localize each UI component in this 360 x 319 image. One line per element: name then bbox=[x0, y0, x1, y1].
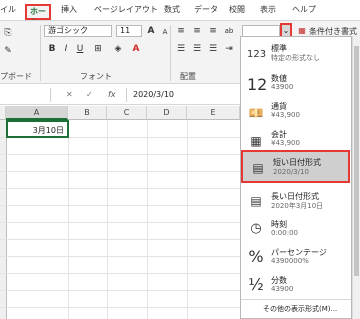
borders-icon[interactable]: ⊞ bbox=[92, 43, 104, 55]
column-header-b[interactable]: B bbox=[68, 106, 107, 120]
grid-line bbox=[0, 290, 240, 291]
format-sample: 43900 bbox=[271, 83, 294, 91]
fraction-icon: ½ bbox=[248, 275, 264, 294]
group-divider bbox=[170, 25, 171, 81]
calendar-icon: ▤ bbox=[250, 194, 262, 208]
clock-icon: ◷ bbox=[250, 221, 262, 236]
column-header-c[interactable]: C bbox=[107, 106, 147, 120]
italic-button[interactable]: I bbox=[60, 43, 72, 55]
cell-a1-value: 3月10日 bbox=[32, 126, 64, 135]
orientation-icon[interactable]: ab bbox=[223, 25, 235, 37]
more-number-formats[interactable]: その他の表示形式(M)... bbox=[263, 304, 337, 314]
tab-insert[interactable]: 挿入 bbox=[61, 4, 77, 15]
chevron-down-icon: ⌄ bbox=[282, 26, 290, 35]
column-header-e[interactable]: E bbox=[187, 106, 240, 120]
name-box[interactable] bbox=[0, 88, 51, 102]
formula-content: 2020/3/10 bbox=[133, 90, 175, 99]
grid-line bbox=[0, 307, 240, 308]
alignment-group-label: 配置 bbox=[180, 72, 196, 81]
menu-divider bbox=[241, 299, 351, 300]
indent-icon[interactable]: ⇥ bbox=[223, 43, 235, 55]
number-format-dropdown: 123 標準 特定の形式なし 12 数値 43900 💴 通貨 ¥43,900 … bbox=[240, 36, 352, 319]
number-format-icon: 12 bbox=[247, 75, 268, 94]
grid-line bbox=[0, 171, 240, 172]
group-divider bbox=[40, 25, 41, 81]
align-right-icon[interactable]: ☰ bbox=[207, 43, 219, 55]
dropdown-scrollbar[interactable] bbox=[352, 36, 360, 319]
tab-formulas[interactable]: 数式 bbox=[164, 4, 180, 15]
format-short-date[interactable]: ▤ 短い日付形式 2020/3/10 bbox=[241, 150, 350, 183]
font-size-combo[interactable]: 11 bbox=[116, 25, 142, 37]
format-sample: 0:00:00 bbox=[271, 229, 298, 237]
grid-line bbox=[0, 154, 240, 155]
grid-line bbox=[0, 222, 240, 223]
cell-a1[interactable]: 3月10日 bbox=[6, 120, 69, 138]
worksheet-grid[interactable]: A B C D E 3月10日 bbox=[0, 106, 240, 319]
column-header-d[interactable]: D bbox=[147, 106, 187, 120]
ribbon-tab-bar: イル ホーム 挿入 ページレイアウト 数式 データ 校閲 表示 ヘルプ bbox=[0, 0, 360, 27]
copy-icon[interactable]: ⎘ bbox=[2, 27, 14, 39]
grid-line bbox=[0, 256, 240, 257]
grow-font-icon[interactable]: A bbox=[145, 25, 157, 37]
insert-function-icon[interactable]: fx bbox=[108, 90, 116, 99]
formula-input[interactable]: 2020/3/10 bbox=[126, 88, 241, 102]
tab-view[interactable]: 表示 bbox=[260, 4, 276, 15]
font-color-icon[interactable]: A bbox=[130, 43, 142, 55]
grid-line bbox=[0, 205, 240, 206]
font-name-value: 游ゴシック bbox=[48, 26, 88, 35]
font-name-combo[interactable]: 游ゴシック bbox=[44, 25, 112, 37]
general-format-icon: 123 bbox=[247, 49, 267, 60]
fill-color-icon[interactable]: ◈ bbox=[112, 43, 124, 55]
align-left-icon[interactable]: ☰ bbox=[175, 43, 187, 55]
align-middle-icon[interactable]: ≡ bbox=[191, 25, 203, 37]
format-sample: 2020年3月10日 bbox=[271, 202, 324, 210]
clipboard-group-label: プボード bbox=[0, 72, 32, 81]
underline-button[interactable]: U bbox=[74, 43, 86, 55]
format-sample: ¥43,900 bbox=[271, 111, 300, 119]
percent-icon: % bbox=[248, 247, 264, 266]
tab-data[interactable]: データ bbox=[194, 4, 218, 15]
bold-button[interactable]: B bbox=[46, 43, 58, 55]
format-sample: 特定の形式なし bbox=[271, 54, 320, 62]
format-painter-icon[interactable]: ✎ bbox=[2, 45, 14, 57]
font-size-value: 11 bbox=[120, 26, 131, 35]
cancel-icon[interactable]: ✕ bbox=[66, 90, 73, 99]
font-group-label: フォント bbox=[80, 72, 112, 81]
column-header-a[interactable]: A bbox=[6, 106, 68, 120]
format-name: 短い日付形式 bbox=[273, 158, 321, 167]
format-sample: 2020/3/10 bbox=[273, 168, 309, 176]
calendar-icon: ▤ bbox=[252, 161, 264, 175]
tab-review[interactable]: 校閲 bbox=[229, 4, 245, 15]
currency-icon: 💴 bbox=[248, 106, 264, 120]
tab-help[interactable]: ヘルプ bbox=[292, 4, 316, 15]
scrollbar-thumb[interactable] bbox=[354, 46, 359, 276]
format-sample: 4390000% bbox=[271, 257, 309, 265]
enter-icon[interactable]: ✓ bbox=[86, 90, 93, 99]
tab-home[interactable]: ホーム bbox=[25, 4, 51, 27]
grid-line bbox=[0, 188, 240, 189]
formula-bar: ✕ ✓ fx 2020/3/10 bbox=[0, 84, 241, 105]
tab-page-layout[interactable]: ページレイアウト bbox=[94, 4, 158, 15]
format-sample: 43900 bbox=[271, 285, 294, 293]
align-center-icon[interactable]: ☰ bbox=[191, 43, 203, 55]
align-top-icon[interactable]: ≡ bbox=[175, 25, 187, 37]
grid-line bbox=[0, 273, 240, 274]
grid-line bbox=[0, 239, 240, 240]
format-sample: ¥43,900 bbox=[271, 139, 300, 147]
align-bottom-icon[interactable]: ≡ bbox=[207, 25, 219, 37]
tab-file[interactable]: イル bbox=[0, 4, 16, 15]
